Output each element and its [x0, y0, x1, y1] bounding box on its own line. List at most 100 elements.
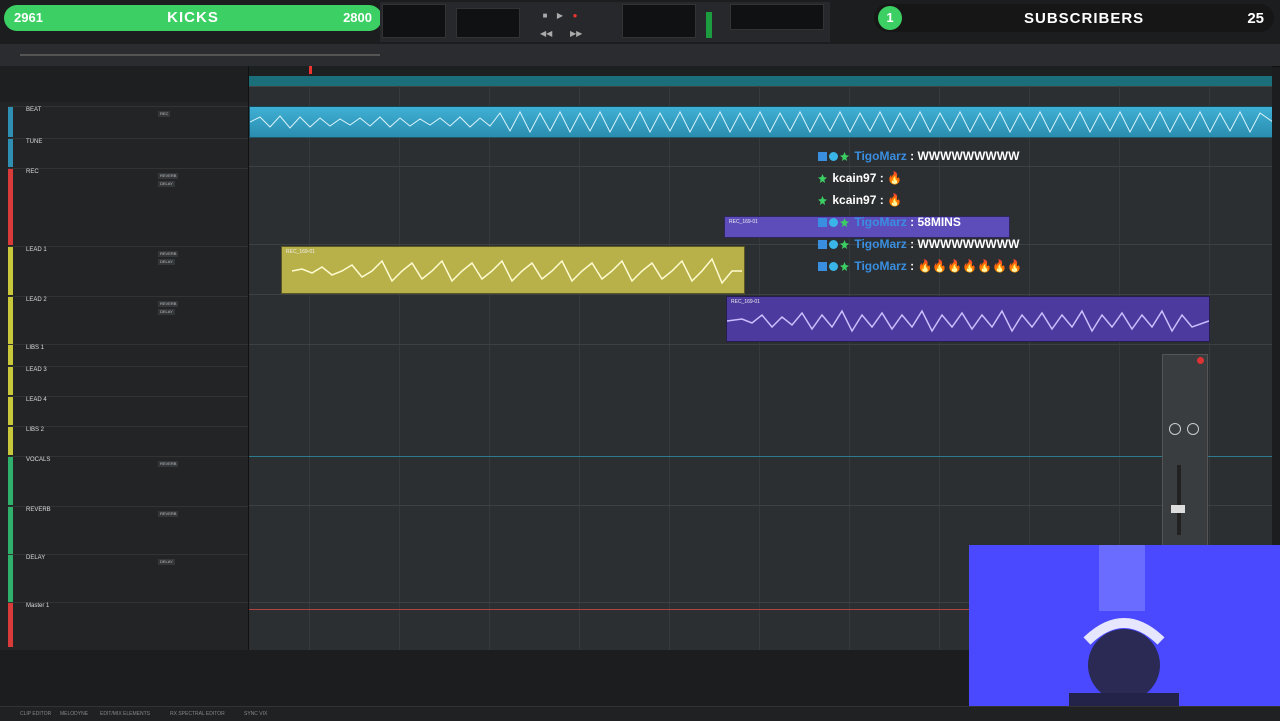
kicks-title: KICKS [167, 9, 219, 26]
track-color [8, 139, 13, 167]
track-color [8, 555, 13, 603]
chat-username: TigoMarz [854, 149, 907, 163]
play-button[interactable]: ▶ [555, 12, 565, 20]
track-rec[interactable]: REC REVERB DELAY [8, 168, 248, 245]
close-icon[interactable] [1197, 357, 1204, 364]
chat-username: TigoMarz [854, 259, 907, 273]
badge-icon [829, 152, 838, 162]
star-icon [840, 218, 849, 228]
track-name: VOCALS [26, 457, 51, 463]
moderator-icon [818, 240, 827, 250]
track-lead-1[interactable]: LEAD 1 REVERB DELAY [8, 246, 248, 295]
tab-clip-editor[interactable]: CLIP EDITOR [20, 711, 51, 717]
track-libs-2[interactable]: LIBS 2 [8, 426, 248, 455]
track-color [8, 397, 13, 425]
chat-text: 🔥🔥🔥🔥🔥🔥🔥 [917, 259, 1023, 273]
forward-button[interactable]: ▶▶ [570, 30, 582, 38]
chat-username: TigoMarz [854, 215, 907, 229]
pan-knob-left[interactable] [1169, 423, 1181, 435]
timeline-ruler[interactable] [249, 66, 1272, 87]
track-libs-1[interactable]: LIBS 1 [8, 344, 248, 365]
vocal-waveform [727, 309, 1209, 333]
track-lead-4[interactable]: LEAD 4 [8, 396, 248, 425]
floating-channel-strip[interactable] [1162, 354, 1208, 546]
chat-message: TigoMarz : 58MINS [818, 215, 961, 229]
track-name: LIBS 2 [26, 427, 45, 433]
track-tune[interactable]: TUNE [8, 138, 248, 167]
record-button[interactable]: ● [570, 12, 580, 20]
insert-slot[interactable]: DELAY [158, 309, 175, 315]
chat-text: 🔥 [887, 171, 903, 185]
chat-text: WWWWWWWWW [917, 149, 1020, 163]
insert-slot[interactable]: REVERB [158, 173, 179, 179]
track-beat[interactable]: BEAT REC [8, 106, 248, 137]
insert-slot[interactable]: REVERB [158, 461, 179, 467]
track-delay[interactable]: DELAY DELAY [8, 554, 248, 603]
chat-username: TigoMarz [854, 237, 907, 251]
beat-clip[interactable] [249, 106, 1272, 138]
tab-rx-spectral-editor[interactable]: RX SPECTRAL EDITOR [170, 711, 225, 717]
track-color [8, 169, 13, 245]
rewind-button[interactable]: ◀◀ [540, 30, 552, 38]
badge-icon [829, 218, 838, 228]
track-name: Master 1 [26, 603, 50, 609]
tempo-display [622, 4, 696, 38]
track-color [8, 345, 13, 365]
fader-handle[interactable] [1171, 505, 1185, 513]
subscribers-goal-bar: 1 SUBSCRIBERS 25 [874, 4, 1274, 32]
grid-settings [730, 4, 824, 30]
chat-text: WWWWWWWWW [917, 237, 1020, 251]
insert-slot[interactable]: REVERB [158, 301, 179, 307]
playhead-marker[interactable] [309, 66, 312, 74]
insert-slot[interactable]: REVERB [158, 251, 179, 257]
chat-username: kcain97 [832, 171, 877, 185]
chat-text: 🔥 [887, 193, 903, 207]
moderator-icon [818, 262, 827, 272]
track-reverb[interactable]: REVERB REVERB [8, 506, 248, 555]
track-lead-3[interactable]: LEAD 3 [8, 366, 248, 395]
moderator-icon [818, 152, 827, 162]
track-lead-2[interactable]: LEAD 2 REVERB DELAY [8, 296, 248, 345]
star-icon [840, 240, 849, 250]
star-icon [818, 196, 827, 206]
time-display [456, 8, 520, 38]
tab-melodyne[interactable]: MELODYNE [60, 711, 88, 717]
edit-toolbar [0, 44, 1280, 67]
track-name: BEAT [26, 107, 42, 113]
marker-strip [249, 76, 1272, 86]
scroll-indicator[interactable] [20, 54, 380, 56]
track-color [8, 603, 13, 647]
track-name: LEAD 2 [26, 297, 47, 303]
vocal-clip[interactable]: REC_169-01 [726, 296, 1210, 342]
track-color [8, 247, 13, 295]
track-name: TUNE [26, 139, 43, 145]
fader-track[interactable] [1177, 465, 1181, 535]
stop-button[interactable]: ■ [540, 12, 550, 20]
insert-slot[interactable]: DELAY [158, 181, 175, 187]
subscribers-badge: 1 [878, 6, 902, 30]
chat-message: TigoMarz : 🔥🔥🔥🔥🔥🔥🔥 [818, 259, 1022, 273]
track-name: LEAD 1 [26, 247, 47, 253]
subscribers-title: SUBSCRIBERS [1024, 10, 1145, 27]
tab-sync-vix[interactable]: SYNC VIX [244, 711, 267, 717]
moderator-icon [818, 218, 827, 228]
insert-slot[interactable]: REVERB [158, 511, 179, 517]
track-vocals[interactable]: VOCALS REVERB [8, 456, 248, 505]
insert-slot[interactable]: DELAY [158, 259, 175, 265]
lead-clip[interactable]: REC_169-01 [281, 246, 745, 294]
star-icon [840, 262, 849, 272]
tab-edit-mix-elements[interactable]: EDIT/MIX ELEMENTS [100, 711, 150, 717]
track-color [8, 507, 13, 555]
lane-vocals [249, 456, 1272, 506]
insert-slot[interactable]: REC [158, 111, 171, 117]
pan-knob-right[interactable] [1187, 423, 1199, 435]
track-color [8, 427, 13, 455]
chat-message: TigoMarz : WWWWWWWWW [818, 237, 1019, 251]
insert-slot[interactable]: DELAY [158, 559, 175, 565]
track-color [8, 107, 13, 137]
badge-icon [829, 240, 838, 250]
counter-display [382, 4, 446, 38]
track-master[interactable]: Master 1 [8, 602, 248, 647]
star-icon [840, 152, 849, 162]
output-meter [706, 12, 712, 38]
